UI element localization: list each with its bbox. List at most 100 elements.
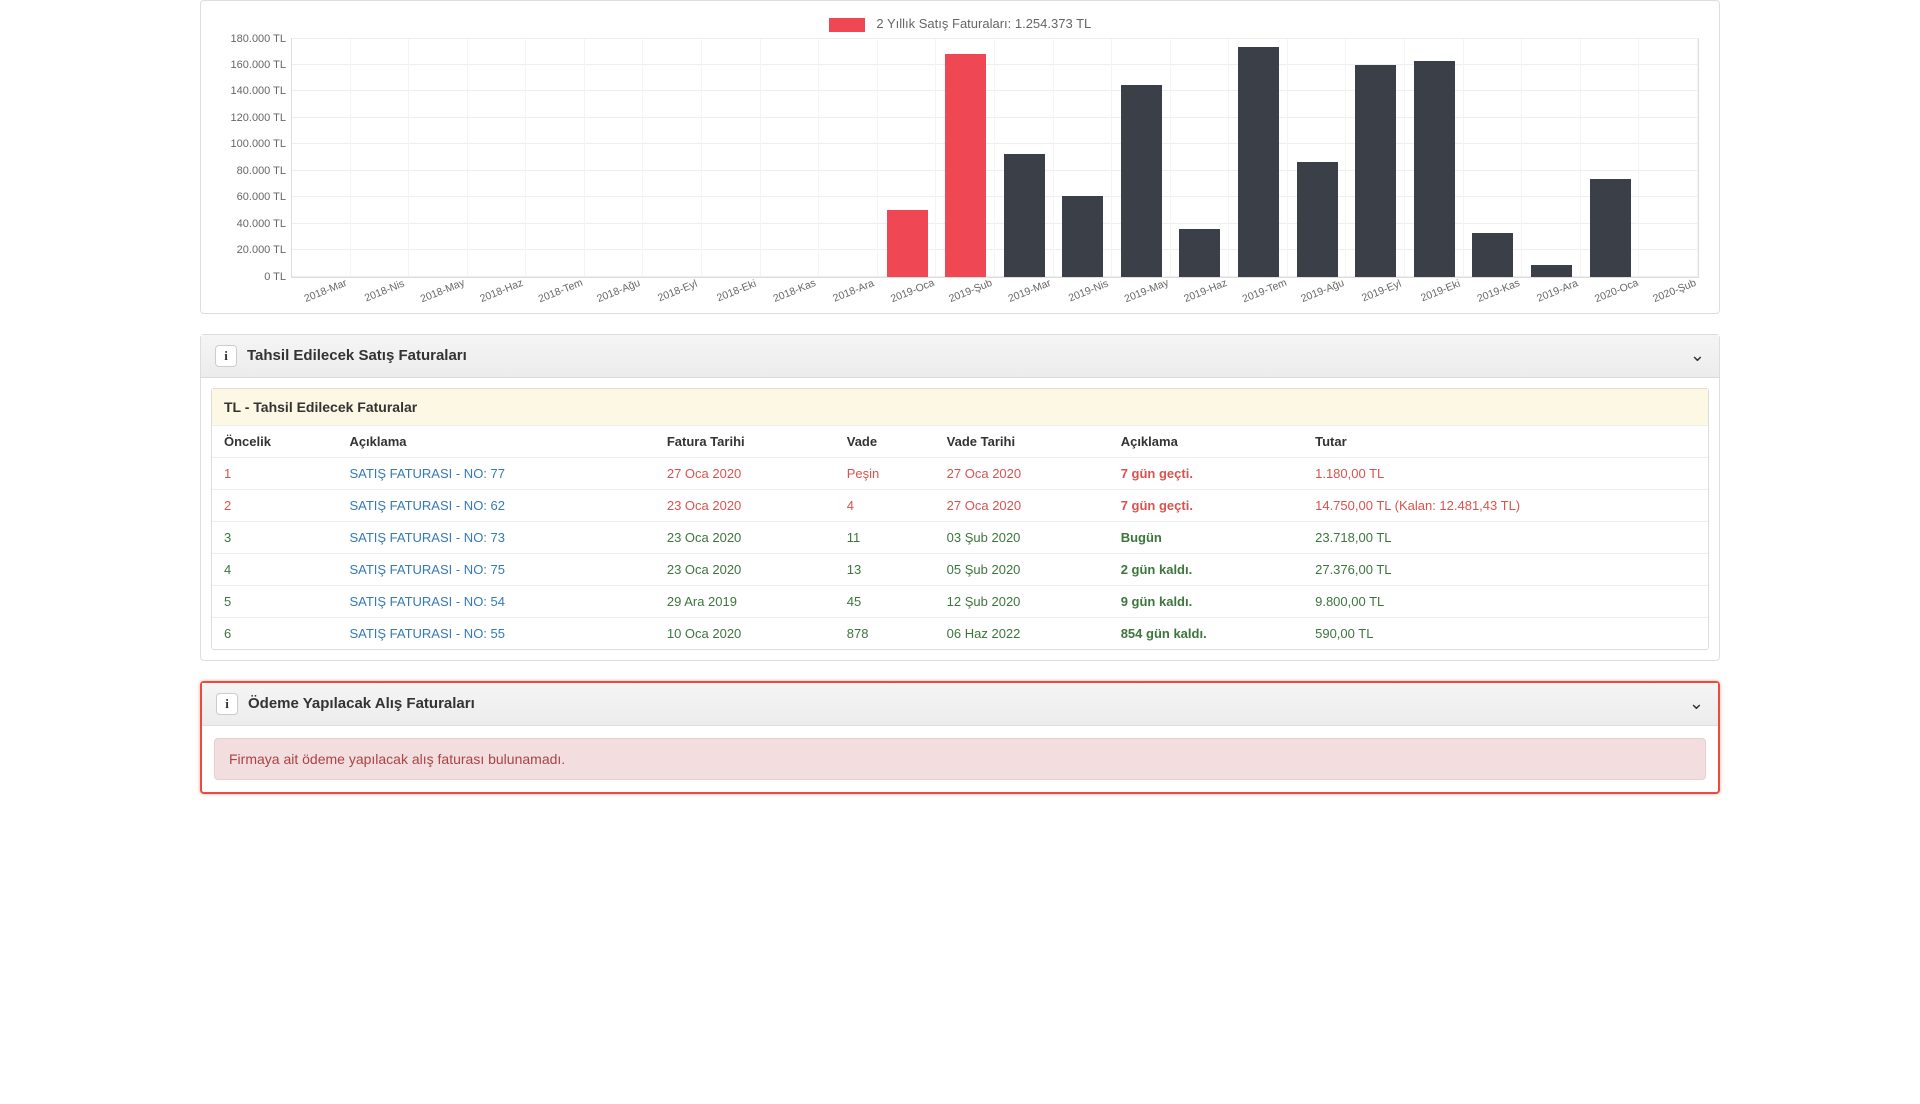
chart-bar-slot (1522, 39, 1581, 277)
chart-bar-slot (1112, 39, 1171, 277)
chart-bar[interactable] (887, 210, 928, 276)
chart-body: 2 Yıllık Satış Faturaları: 1.254.373 TL … (201, 1, 1719, 313)
chart-bar-slot (1229, 39, 1288, 277)
cell-amount: 23.718,00 TL (1303, 521, 1708, 553)
chart-bar[interactable] (1179, 229, 1220, 277)
invoice-link[interactable]: SATIŞ FATURASI - NO: 54 (349, 594, 505, 609)
payables-panel: i Ödeme Yapılacak Alış Faturaları ⌄ Firm… (200, 681, 1720, 794)
cell-priority: 2 (212, 489, 337, 521)
cell-priority: 6 (212, 617, 337, 649)
table-row: 2SATIŞ FATURASI - NO: 6223 Oca 2020427 O… (212, 489, 1708, 521)
chart-y-tick-label: 0 TL (264, 271, 292, 283)
invoice-link[interactable]: SATIŞ FATURASI - NO: 73 (349, 530, 505, 545)
cell-vade-tarihi: 03 Şub 2020 (935, 521, 1109, 553)
cell-vade: 4 (835, 489, 935, 521)
cell-invoice: SATIŞ FATURASI - NO: 54 (337, 585, 654, 617)
chart-y-tick-label: 60.000 TL (237, 191, 292, 203)
table-header-cell: Açıklama (1109, 426, 1303, 458)
chart-bar-slot (1346, 39, 1405, 277)
cell-status-desc: 7 gün geçti. (1109, 489, 1303, 521)
chart-bar[interactable] (1355, 65, 1396, 277)
chart-bar-slot (585, 39, 644, 277)
chart-bar-slot (1288, 39, 1347, 277)
chart-bar[interactable] (1590, 179, 1631, 277)
chart-legend: 2 Yıllık Satış Faturaları: 1.254.373 TL (211, 16, 1709, 32)
chart-x-labels: 2018-Mar2018-Nis2018-May2018-Haz2018-Tem… (291, 278, 1699, 298)
cell-priority: 4 (212, 553, 337, 585)
receivables-table: ÖncelikAçıklamaFatura TarihiVadeVade Tar… (212, 426, 1708, 649)
chart-bar-slot (1171, 39, 1230, 277)
chart-bar-slot (702, 39, 761, 277)
cell-amount: 27.376,00 TL (1303, 553, 1708, 585)
cell-invoice-date: 27 Oca 2020 (655, 457, 835, 489)
info-icon: i (216, 693, 238, 715)
chart-bar[interactable] (1121, 85, 1162, 277)
chart-y-tick-label: 160.000 TL (231, 59, 292, 71)
chart-y-tick-label: 80.000 TL (237, 165, 292, 177)
chart-bar[interactable] (1062, 196, 1103, 277)
chart-bar[interactable] (1004, 154, 1045, 277)
chart-bar[interactable] (1297, 162, 1338, 277)
cell-amount: 590,00 TL (1303, 617, 1708, 649)
legend-swatch-red (829, 18, 865, 32)
chart-bar-slot (292, 39, 351, 277)
payables-panel-header[interactable]: i Ödeme Yapılacak Alış Faturaları ⌄ (202, 683, 1718, 726)
cell-vade: 45 (835, 585, 935, 617)
chart-bars (292, 39, 1698, 277)
receivables-panel-header[interactable]: i Tahsil Edilecek Satış Faturaları ⌄ (201, 335, 1719, 378)
table-header-cell: Tutar (1303, 426, 1708, 458)
cell-vade-tarihi: 27 Oca 2020 (935, 457, 1109, 489)
cell-vade: Peşin (835, 457, 935, 489)
cell-amount: 1.180,00 TL (1303, 457, 1708, 489)
chart-bar[interactable] (1238, 47, 1279, 277)
chart-y-tick-label: 40.000 TL (237, 218, 292, 230)
table-header-cell: Açıklama (337, 426, 654, 458)
chevron-down-icon: ⌄ (1689, 693, 1704, 714)
chart-bar[interactable] (1472, 233, 1513, 277)
table-row: 6SATIŞ FATURASI - NO: 5510 Oca 202087806… (212, 617, 1708, 649)
cell-vade: 878 (835, 617, 935, 649)
invoice-link[interactable]: SATIŞ FATURASI - NO: 62 (349, 498, 505, 513)
cell-invoice: SATIŞ FATURASI - NO: 55 (337, 617, 654, 649)
cell-priority: 1 (212, 457, 337, 489)
cell-status-desc: 9 gün kaldı. (1109, 585, 1303, 617)
table-row: 3 SATIŞ FATURASI - NO: 73 23 Oca 20201103 … (212, 521, 1708, 553)
chart-bar[interactable] (1414, 61, 1455, 277)
chart-y-tick-label: 120.000 TL (231, 112, 292, 124)
chart-bar-slot (995, 39, 1054, 277)
table-row: 1 SATIŞ FATURASI - NO: 77 27 Oca 2020Peşin… (212, 457, 1708, 489)
cell-priority: 3 (212, 521, 337, 553)
chart-bar-slot (351, 39, 410, 277)
sales-chart-panel: 2 Yıllık Satış Faturaları: 1.254.373 TL … (200, 0, 1720, 314)
table-header-cell: Öncelik (212, 426, 337, 458)
chart-bar[interactable] (945, 54, 986, 276)
cell-invoice-date: 23 Oca 2020 (655, 521, 835, 553)
invoice-link[interactable]: SATIŞ FATURASI - NO: 77 (349, 466, 505, 481)
cell-invoice: SATIŞ FATURASI - NO: 62 (337, 489, 654, 521)
invoice-link[interactable]: SATIŞ FATURASI - NO: 55 (349, 626, 505, 641)
chart-y-tick-label: 140.000 TL (231, 85, 292, 97)
cell-priority: 5 (212, 585, 337, 617)
cell-amount: 9.800,00 TL (1303, 585, 1708, 617)
table-row: 4SATIŞ FATURASI - NO: 7523 Oca 20201305 … (212, 553, 1708, 585)
table-header-cell: Vade (835, 426, 935, 458)
cell-vade: 11 (835, 521, 935, 553)
payables-empty-alert: Firmaya ait ödeme yapılacak alış faturas… (214, 738, 1706, 780)
cell-vade-tarihi: 05 Şub 2020 (935, 553, 1109, 585)
chart-bar-slot (1405, 39, 1464, 277)
receivables-panel: i Tahsil Edilecek Satış Faturaları ⌄ TL … (200, 334, 1720, 661)
chart-bar-slot (526, 39, 585, 277)
legend-label: 2 Yıllık Satış Faturaları: 1.254.373 TL (876, 16, 1091, 31)
invoice-link[interactable]: SATIŞ FATURASI - NO: 75 (349, 562, 505, 577)
cell-invoice-date: 23 Oca 2020 (655, 553, 835, 585)
table-header-cell: Fatura Tarihi (655, 426, 835, 458)
chart-bar-slot (409, 39, 468, 277)
receivables-subpanel: TL - Tahsil Edilecek Faturalar ÖncelikAç… (211, 388, 1709, 650)
chart-bar-slot (878, 39, 937, 277)
payables-title: Ödeme Yapılacak Alış Faturaları (248, 695, 1689, 712)
cell-status-desc: Bugün (1109, 521, 1303, 553)
chart-plot-area: 0 TL20.000 TL40.000 TL60.000 TL80.000 TL… (291, 38, 1699, 278)
chart-y-tick-label: 180.000 TL (231, 33, 292, 45)
chevron-down-icon: ⌄ (1690, 345, 1705, 366)
cell-status-desc: 7 gün geçti. (1109, 457, 1303, 489)
